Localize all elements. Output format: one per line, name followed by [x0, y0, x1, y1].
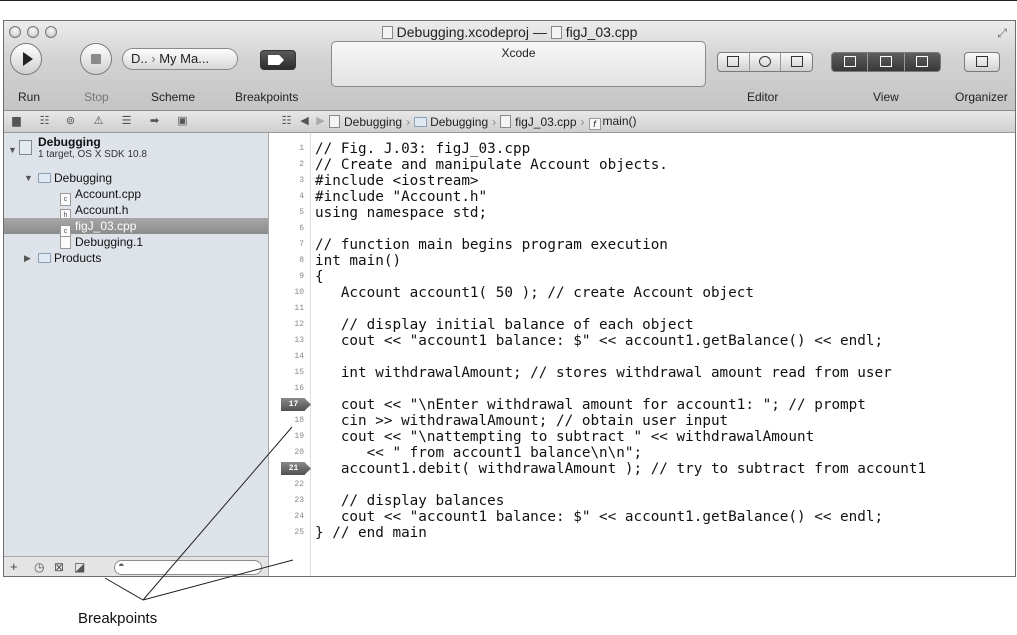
breakpoint-callout-lines: [104, 426, 294, 601]
breakpoints-callout-label: Breakpoints: [78, 610, 158, 627]
